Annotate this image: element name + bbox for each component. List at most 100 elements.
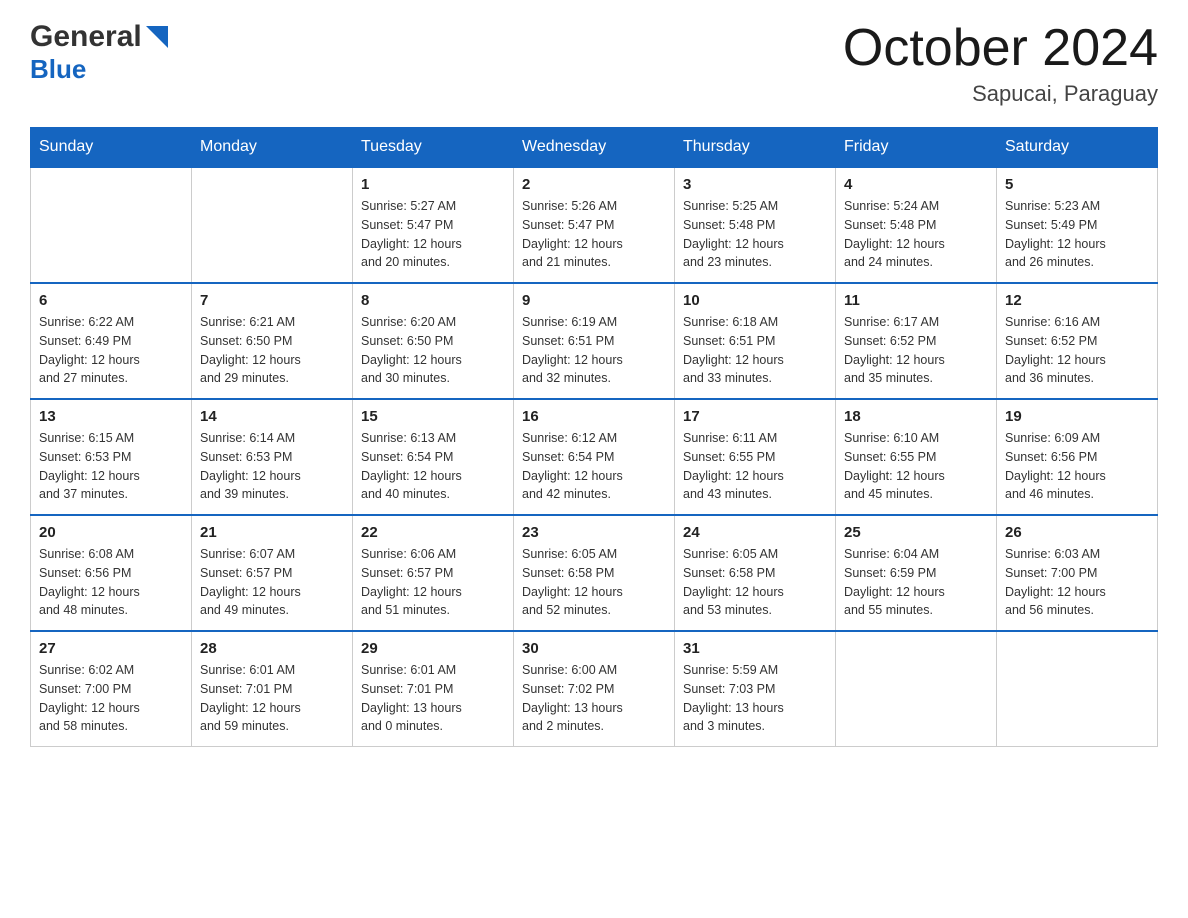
calendar-week-row: 6 Sunrise: 6:22 AMSunset: 6:49 PMDaylight…: [31, 283, 1158, 399]
day-info: Sunrise: 6:16 AMSunset: 6:52 PMDaylight:…: [1005, 313, 1149, 388]
day-info: Sunrise: 6:08 AMSunset: 6:56 PMDaylight:…: [39, 545, 183, 620]
day-number: 17: [683, 408, 827, 425]
day-info: Sunrise: 6:01 AMSunset: 7:01 PMDaylight:…: [200, 661, 344, 736]
calendar-cell: 28Sunrise: 6:01 AMSunset: 7:01 PMDayligh…: [192, 631, 353, 747]
day-number: 4: [844, 176, 988, 193]
day-number: 2: [522, 176, 666, 193]
day-info: Sunrise: 6:04 AMSunset: 6:59 PMDaylight:…: [844, 545, 988, 620]
day-info: Sunrise: 6:06 AMSunset: 6:57 PMDaylight:…: [361, 545, 505, 620]
day-info: Sunrise: 6:13 AMSunset: 6:54 PMDaylight:…: [361, 429, 505, 504]
calendar-cell: 30 Sunrise: 6:00 AMSunset: 7:02 PMDayligh…: [514, 631, 675, 747]
calendar-week-row: 20 Sunrise: 6:08 AMSunset: 6:56 PMDayligh…: [31, 515, 1158, 631]
calendar-cell: 25 Sunrise: 6:04 AMSunset: 6:59 PMDayligh…: [836, 515, 997, 631]
day-info: Sunrise: 5:27 AMSunset: 5:47 PMDaylight:…: [361, 197, 505, 272]
calendar-cell: 9Sunrise: 6:19 AMSunset: 6:51 PMDaylight…: [514, 283, 675, 399]
day-info: Sunrise: 5:23 AMSunset: 5:49 PMDaylight:…: [1005, 197, 1149, 272]
day-number: 26: [1005, 524, 1149, 541]
day-info: Sunrise: 5:26 AMSunset: 5:47 PMDaylight:…: [522, 197, 666, 272]
day-number: 1: [361, 176, 505, 193]
day-info: Sunrise: 6:14 AMSunset: 6:53 PMDaylight:…: [200, 429, 344, 504]
day-info: Sunrise: 6:10 AMSunset: 6:55 PMDaylight:…: [844, 429, 988, 504]
day-info: Sunrise: 6:00 AMSunset: 7:02 PMDaylight:…: [522, 661, 666, 736]
day-number: 29: [361, 640, 505, 657]
calendar-cell: 2 Sunrise: 5:26 AMSunset: 5:47 PMDaylight…: [514, 167, 675, 283]
day-number: 15: [361, 408, 505, 425]
day-info: Sunrise: 6:07 AMSunset: 6:57 PMDaylight:…: [200, 545, 344, 620]
day-number: 19: [1005, 408, 1149, 425]
calendar-cell: [997, 631, 1158, 747]
weekday-header-tuesday: Tuesday: [353, 128, 514, 168]
day-info: Sunrise: 6:19 AMSunset: 6:51 PMDaylight:…: [522, 313, 666, 388]
day-info: Sunrise: 6:05 AMSunset: 6:58 PMDaylight:…: [683, 545, 827, 620]
day-number: 13: [39, 408, 183, 425]
calendar-cell: 26 Sunrise: 6:03 AMSunset: 7:00 PMDayligh…: [997, 515, 1158, 631]
calendar-cell: 17Sunrise: 6:11 AMSunset: 6:55 PMDayligh…: [675, 399, 836, 515]
calendar-cell: 7 Sunrise: 6:21 AMSunset: 6:50 PMDaylight…: [192, 283, 353, 399]
day-number: 18: [844, 408, 988, 425]
calendar-cell: 13 Sunrise: 6:15 AMSunset: 6:53 PMDayligh…: [31, 399, 192, 515]
calendar-cell: 5 Sunrise: 5:23 AMSunset: 5:49 PMDaylight…: [997, 167, 1158, 283]
logo: General Blue: [30, 20, 168, 85]
location-title: Sapucai, Paraguay: [843, 81, 1158, 107]
day-info: Sunrise: 6:03 AMSunset: 7:00 PMDaylight:…: [1005, 545, 1149, 620]
logo-blue-text: Blue: [30, 54, 86, 84]
weekday-header-monday: Monday: [192, 128, 353, 168]
calendar-week-row: 1 Sunrise: 5:27 AMSunset: 5:47 PMDaylight…: [31, 167, 1158, 283]
day-info: Sunrise: 6:15 AMSunset: 6:53 PMDaylight:…: [39, 429, 183, 504]
calendar-cell: 10 Sunrise: 6:18 AMSunset: 6:51 PMDayligh…: [675, 283, 836, 399]
day-info: Sunrise: 6:12 AMSunset: 6:54 PMDaylight:…: [522, 429, 666, 504]
calendar-cell: 14Sunrise: 6:14 AMSunset: 6:53 PMDayligh…: [192, 399, 353, 515]
day-info: Sunrise: 6:20 AMSunset: 6:50 PMDaylight:…: [361, 313, 505, 388]
calendar-cell: 31Sunrise: 5:59 AMSunset: 7:03 PMDayligh…: [675, 631, 836, 747]
day-number: 24: [683, 524, 827, 541]
month-title: October 2024: [843, 20, 1158, 77]
calendar-cell: 29Sunrise: 6:01 AMSunset: 7:01 PMDayligh…: [353, 631, 514, 747]
logo-general-text: General: [30, 20, 142, 54]
day-number: 22: [361, 524, 505, 541]
day-info: Sunrise: 6:21 AMSunset: 6:50 PMDaylight:…: [200, 313, 344, 388]
calendar-table: SundayMondayTuesdayWednesdayThursdayFrid…: [30, 127, 1158, 747]
calendar-cell: 8 Sunrise: 6:20 AMSunset: 6:50 PMDaylight…: [353, 283, 514, 399]
day-number: 5: [1005, 176, 1149, 193]
weekday-header-thursday: Thursday: [675, 128, 836, 168]
day-number: 10: [683, 292, 827, 309]
day-number: 7: [200, 292, 344, 309]
day-number: 23: [522, 524, 666, 541]
calendar-cell: 23 Sunrise: 6:05 AMSunset: 6:58 PMDayligh…: [514, 515, 675, 631]
day-number: 30: [522, 640, 666, 657]
day-info: Sunrise: 6:17 AMSunset: 6:52 PMDaylight:…: [844, 313, 988, 388]
calendar-cell: 16 Sunrise: 6:12 AMSunset: 6:54 PMDayligh…: [514, 399, 675, 515]
title-area: October 2024 Sapucai, Paraguay: [843, 20, 1158, 107]
day-number: 16: [522, 408, 666, 425]
day-info: Sunrise: 5:24 AMSunset: 5:48 PMDaylight:…: [844, 197, 988, 272]
calendar-cell: 22 Sunrise: 6:06 AMSunset: 6:57 PMDayligh…: [353, 515, 514, 631]
day-info: Sunrise: 6:05 AMSunset: 6:58 PMDaylight:…: [522, 545, 666, 620]
calendar-cell: 18 Sunrise: 6:10 AMSunset: 6:55 PMDayligh…: [836, 399, 997, 515]
calendar-cell: 24 Sunrise: 6:05 AMSunset: 6:58 PMDayligh…: [675, 515, 836, 631]
day-info: Sunrise: 5:25 AMSunset: 5:48 PMDaylight:…: [683, 197, 827, 272]
weekday-header-saturday: Saturday: [997, 128, 1158, 168]
day-info: Sunrise: 5:59 AMSunset: 7:03 PMDaylight:…: [683, 661, 827, 736]
day-number: 27: [39, 640, 183, 657]
weekday-header-wednesday: Wednesday: [514, 128, 675, 168]
calendar-cell: 21Sunrise: 6:07 AMSunset: 6:57 PMDayligh…: [192, 515, 353, 631]
day-info: Sunrise: 6:09 AMSunset: 6:56 PMDaylight:…: [1005, 429, 1149, 504]
day-number: 8: [361, 292, 505, 309]
weekday-header-row: SundayMondayTuesdayWednesdayThursdayFrid…: [31, 128, 1158, 168]
day-info: Sunrise: 6:22 AMSunset: 6:49 PMDaylight:…: [39, 313, 183, 388]
calendar-week-row: 13 Sunrise: 6:15 AMSunset: 6:53 PMDayligh…: [31, 399, 1158, 515]
day-number: 6: [39, 292, 183, 309]
calendar-cell: 20 Sunrise: 6:08 AMSunset: 6:56 PMDayligh…: [31, 515, 192, 631]
day-number: 20: [39, 524, 183, 541]
weekday-header-sunday: Sunday: [31, 128, 192, 168]
logo-arrow-icon: [144, 26, 168, 48]
day-info: Sunrise: 6:18 AMSunset: 6:51 PMDaylight:…: [683, 313, 827, 388]
day-number: 25: [844, 524, 988, 541]
calendar-cell: [836, 631, 997, 747]
day-number: 12: [1005, 292, 1149, 309]
page-header: General Blue October 2024 Sapucai, Parag…: [30, 20, 1158, 107]
calendar-cell: 19 Sunrise: 6:09 AMSunset: 6:56 PMDayligh…: [997, 399, 1158, 515]
calendar-week-row: 27Sunrise: 6:02 AMSunset: 7:00 PMDayligh…: [31, 631, 1158, 747]
weekday-header-friday: Friday: [836, 128, 997, 168]
calendar-cell: 1 Sunrise: 5:27 AMSunset: 5:47 PMDaylight…: [353, 167, 514, 283]
